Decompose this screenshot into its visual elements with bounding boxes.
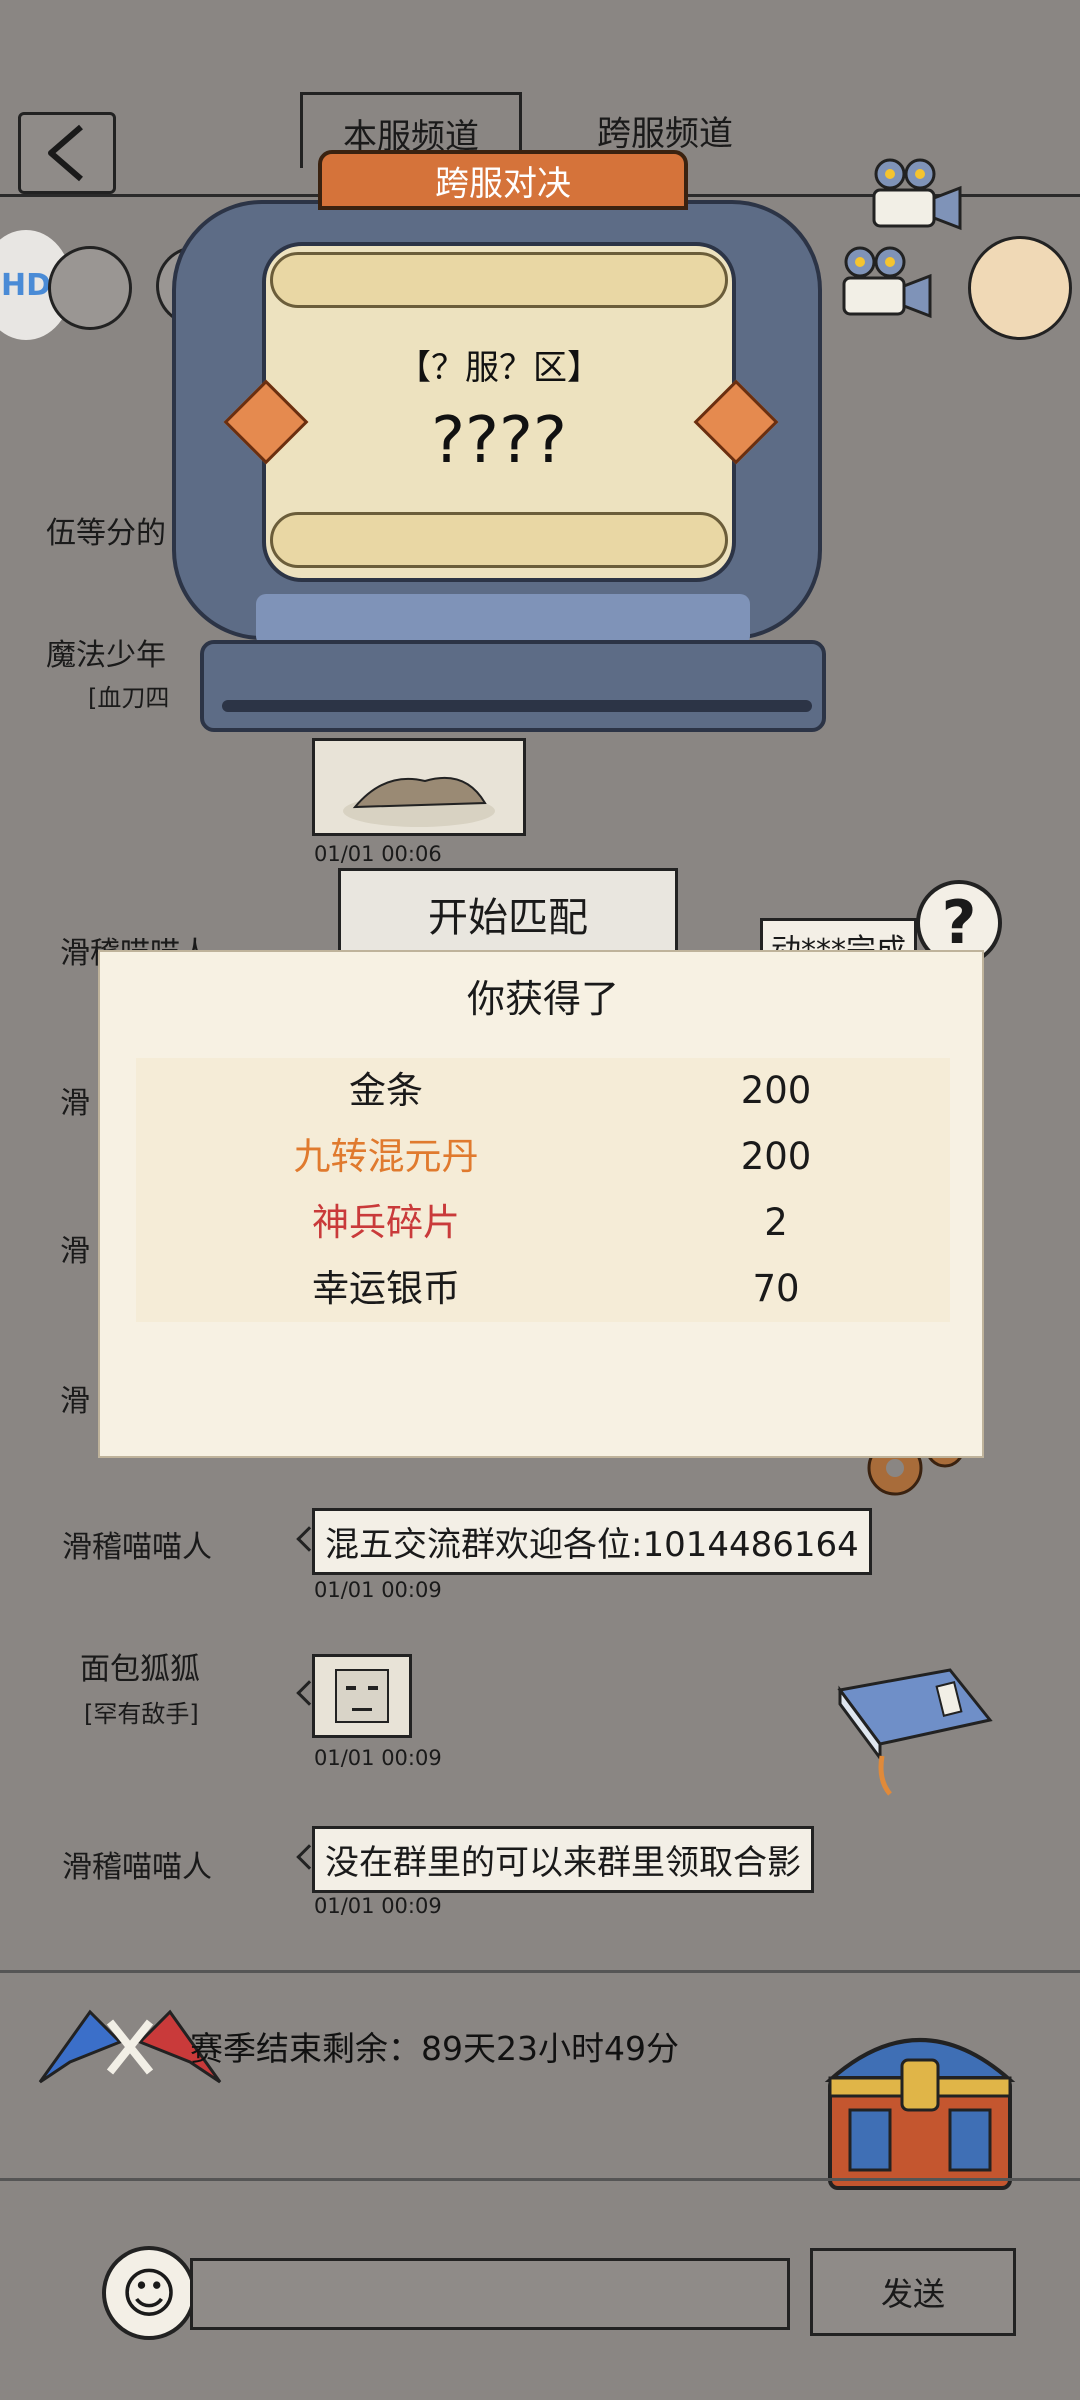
reward-row: 神兵碎片 2 — [136, 1190, 950, 1256]
reward-title: 你获得了 — [466, 977, 619, 1021]
machine-panel — [256, 594, 750, 646]
reward-item-qty: 70 — [752, 1267, 800, 1310]
chat-timestamp: 01/01 00:09 — [314, 1746, 442, 1770]
screen-band — [270, 252, 728, 308]
chat-sender-name: 滑 — [60, 1234, 90, 1269]
image-message[interactable] — [312, 1654, 412, 1738]
back-button[interactable] — [18, 112, 116, 194]
reward-dialog[interactable]: 你获得了 金条 200 九转混元丹 200 神兵碎片 2 幸运银币 70 — [98, 950, 984, 1458]
chat-sender-name: 滑 — [60, 1086, 90, 1121]
image-message[interactable] — [312, 738, 526, 836]
start-match-button[interactable]: 开始匹配 — [338, 868, 678, 960]
chat-sender-name: 滑稽喵喵人 — [62, 1850, 212, 1885]
server-label: 【？服？区】 — [397, 348, 601, 388]
reward-item-name: 神兵碎片 — [312, 1201, 460, 1244]
chat-sender-name: 魔法少年 — [46, 638, 166, 673]
reward-item-qty: 2 — [764, 1201, 788, 1244]
chat-timestamp: 01/01 00:09 — [314, 1894, 442, 1918]
machine-title: 跨服对决 — [318, 150, 688, 210]
face-sticker-icon — [335, 1669, 389, 1723]
reward-item-name: 金条 — [349, 1069, 423, 1112]
back-arrow-icon — [48, 124, 83, 182]
screen-band — [270, 512, 728, 568]
chat-sender-title: [血刀四 — [88, 684, 170, 712]
reward-item-name: 九转混元丹 — [293, 1135, 479, 1178]
smiley-emoji-icon[interactable]: ☺ — [102, 2246, 196, 2340]
chat-sender-name: 伍等分的 — [46, 516, 166, 551]
chat-timestamp: 01/01 00:06 — [314, 842, 442, 866]
sleeping-character-sticker — [343, 776, 495, 827]
reward-row: 金条 200 — [136, 1058, 950, 1124]
camera-icon[interactable] — [830, 238, 940, 332]
chat-sender-name: 面包狐狐 — [80, 1652, 200, 1687]
chat-sender-name: 滑 — [60, 1384, 90, 1419]
reward-row: 幸运银币 70 — [136, 1256, 950, 1322]
send-button[interactable]: 发送 — [810, 2248, 1016, 2336]
section-divider — [0, 2178, 1080, 2181]
machine-slot — [222, 700, 812, 712]
section-divider — [0, 1970, 1080, 1973]
chat-input[interactable] — [190, 2258, 790, 2330]
reward-item-qty: 200 — [740, 1135, 812, 1178]
reward-item-name: 幸运银币 — [312, 1267, 460, 1310]
scroll-book-icon[interactable] — [830, 1660, 1000, 1804]
season-countdown: 赛季结束剩余：89天23小时49分 — [190, 2029, 679, 2068]
chat-message: 混五交流群欢迎各位:1014486164 — [312, 1508, 872, 1575]
machine-base — [200, 640, 826, 732]
reward-row: 九转混元丹 200 — [136, 1124, 950, 1190]
avatar[interactable] — [48, 246, 132, 330]
reward-item-qty: 200 — [740, 1069, 812, 1112]
chat-timestamp: 01/01 00:09 — [314, 1578, 442, 1602]
avatar[interactable] — [968, 236, 1072, 340]
camera-icon[interactable] — [860, 150, 970, 244]
opponent-name: ???? — [431, 404, 567, 478]
treasure-chest-icon[interactable] — [810, 1990, 1030, 2204]
chat-sender-name: 滑稽喵喵人 — [62, 1530, 212, 1565]
chat-sender-title: [罕有敌手] — [84, 1700, 199, 1728]
chat-message: 没在群里的可以来群里领取合影 — [312, 1826, 814, 1893]
